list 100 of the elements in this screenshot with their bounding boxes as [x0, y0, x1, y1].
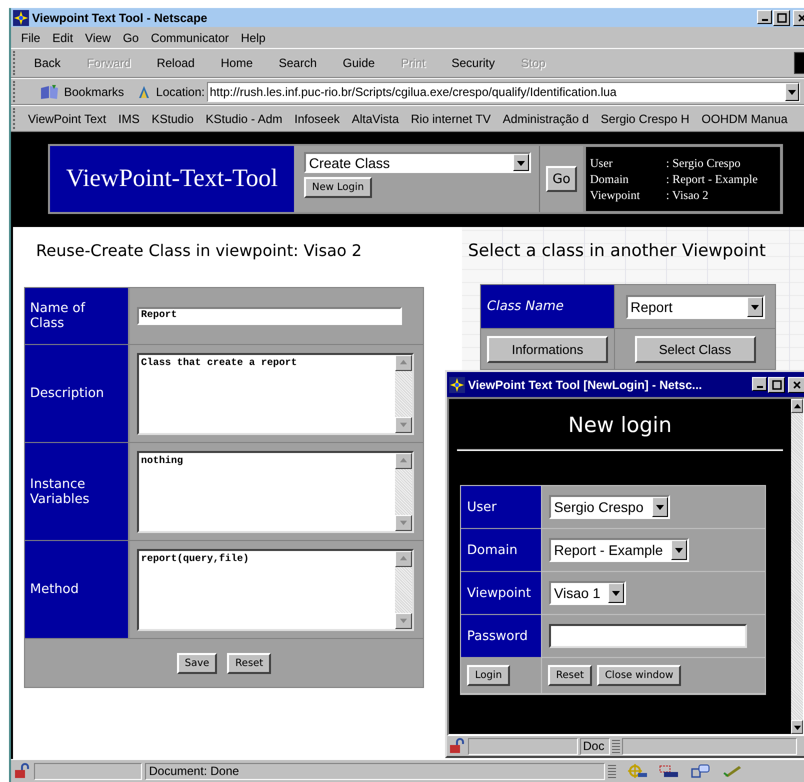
dropdown-arrow-button[interactable]	[608, 583, 624, 603]
picker-button[interactable]: Select Class	[634, 336, 756, 362]
caret-icon	[674, 546, 683, 554]
bookmark-link[interactable]: ViewPoint Text	[28, 112, 106, 126]
class-select[interactable]: Report	[626, 294, 764, 318]
scroll-up-button[interactable]	[791, 399, 803, 413]
bookmark-link[interactable]: Administração d	[502, 112, 589, 126]
scroll-up-button[interactable]	[395, 354, 412, 370]
grip-icon[interactable]	[608, 764, 616, 778]
bookmark-link[interactable]: KStudio - Adm	[206, 112, 282, 126]
minimize-icon	[762, 18, 768, 20]
text-area[interactable]: report(query,file)	[137, 548, 414, 630]
dropdown-arrow-button[interactable]	[513, 154, 529, 171]
caret-icon	[517, 158, 525, 166]
session-label: User	[590, 155, 614, 171]
toolbar-button[interactable]: Back	[34, 56, 61, 70]
scrollbar[interactable]	[395, 550, 412, 628]
field-label: Domain	[461, 529, 541, 572]
scroll-down-button[interactable]	[395, 514, 412, 530]
app-logo: ViewPoint-Text-Tool	[66, 165, 278, 193]
dropdown-arrow-button[interactable]	[746, 296, 762, 316]
text-area[interactable]: Class that create a report	[137, 352, 414, 434]
dropdown[interactable]: Sergio Crespo	[549, 495, 670, 519]
toolbar-button[interactable]: Search	[278, 56, 317, 70]
form-button[interactable]: Close window	[596, 665, 682, 686]
up-arrow-icon	[400, 457, 407, 464]
menu-item[interactable]: Communicator	[150, 30, 229, 44]
form-button[interactable]: Reset	[227, 652, 272, 674]
menu-item[interactable]: Edit	[52, 30, 74, 44]
text-area[interactable]: nothing	[137, 450, 414, 532]
scroll-up-button[interactable]	[395, 452, 412, 468]
maximize-icon	[776, 12, 786, 22]
login-button[interactable]: Login	[467, 665, 510, 686]
scroll-down-button[interactable]	[395, 416, 412, 432]
navigator-icon[interactable]	[626, 763, 648, 779]
bookmark-link[interactable]: AltaVista	[352, 112, 399, 126]
form-button[interactable]: Save	[176, 652, 218, 674]
bookmark-link[interactable]: Infoseek	[294, 112, 340, 126]
up-arrow-icon	[400, 555, 407, 562]
new-login-button[interactable]: New Login	[304, 177, 372, 198]
caret-icon	[750, 302, 758, 310]
maximize-button[interactable]	[768, 376, 785, 392]
status-text: Document: Done	[145, 762, 605, 780]
field-label: Class Name	[481, 285, 614, 328]
dropdown[interactable]: Report - Example	[549, 538, 689, 562]
close-button[interactable]	[788, 376, 804, 392]
minimize-button[interactable]	[757, 10, 772, 24]
maximize-icon	[772, 380, 782, 390]
scrollbar[interactable]	[395, 452, 412, 530]
maximize-button[interactable]	[773, 10, 790, 26]
bookmark-book-icon	[40, 84, 60, 100]
scroll-down-button[interactable]	[791, 720, 803, 734]
menu-item[interactable]: Help	[240, 30, 266, 44]
down-arrow-icon	[400, 519, 407, 526]
bookmark-link[interactable]: KStudio	[152, 112, 194, 126]
scroll-down-button[interactable]	[395, 612, 412, 628]
scroll-up-button[interactable]	[395, 550, 412, 566]
menu-item[interactable]: File	[21, 30, 40, 44]
go-button[interactable]: Go	[546, 166, 577, 192]
bookmarks-button[interactable]: Bookmarks	[64, 84, 124, 98]
field-label: Viewpoint	[461, 572, 541, 615]
caret-icon	[656, 503, 664, 511]
session-value: : Report - Example	[666, 171, 759, 187]
dropdown-arrow-button[interactable]	[670, 540, 687, 560]
bookmark-link[interactable]: Rio internet TV	[410, 112, 491, 126]
menu-item[interactable]: View	[85, 30, 111, 44]
field-label: Instance Variables	[25, 443, 130, 540]
form-button[interactable]: Reset	[548, 665, 592, 686]
session-value: : Visao 2	[666, 187, 710, 203]
status-text: Doc	[580, 738, 610, 754]
field-label: Password	[461, 615, 541, 658]
action-select[interactable]: Create Class	[304, 152, 531, 173]
dropdown-arrow-button[interactable]	[652, 497, 668, 517]
grip-icon[interactable]	[612, 739, 620, 753]
scrollbar[interactable]	[395, 354, 412, 432]
dropdown-arrow-button[interactable]	[785, 82, 799, 100]
field-label: Name of Class	[25, 288, 130, 344]
section-title: Select a class in another Viewpoint	[468, 241, 767, 261]
mail-tray-icon[interactable]	[658, 763, 680, 779]
bookmark-link[interactable]: IMS	[118, 112, 140, 126]
picker-button[interactable]: Informations	[487, 336, 608, 362]
dropdown[interactable]: Visao 1	[549, 581, 626, 605]
lock-icon	[13, 763, 31, 779]
session-label: Viewpoint	[590, 187, 641, 203]
location-field[interactable]: http://rush.les.inf.puc-rio.br/Scripts/cgilua.exe/crespo/qualify/Identification.lua	[206, 82, 800, 102]
bookmark-link[interactable]: OOHDM Manua	[701, 112, 788, 126]
menu-item[interactable]: Go	[122, 30, 139, 44]
scrollbar[interactable]	[791, 399, 803, 734]
up-arrow-icon	[400, 359, 407, 366]
caret-icon	[612, 589, 620, 597]
chat-icon[interactable]	[690, 763, 712, 779]
bookmark-link[interactable]: Sergio Crespo H	[600, 112, 690, 126]
field-label: Method	[25, 541, 130, 638]
minimize-button[interactable]	[752, 376, 767, 390]
input-field[interactable]: Report	[137, 307, 402, 325]
toolbar-button[interactable]: Home	[220, 56, 253, 70]
toolbar-button[interactable]: Reload	[156, 56, 195, 70]
password-field[interactable]	[549, 624, 747, 648]
toolbar-button[interactable]: Security	[452, 56, 495, 70]
toolbar-button[interactable]: Guide	[342, 56, 375, 70]
